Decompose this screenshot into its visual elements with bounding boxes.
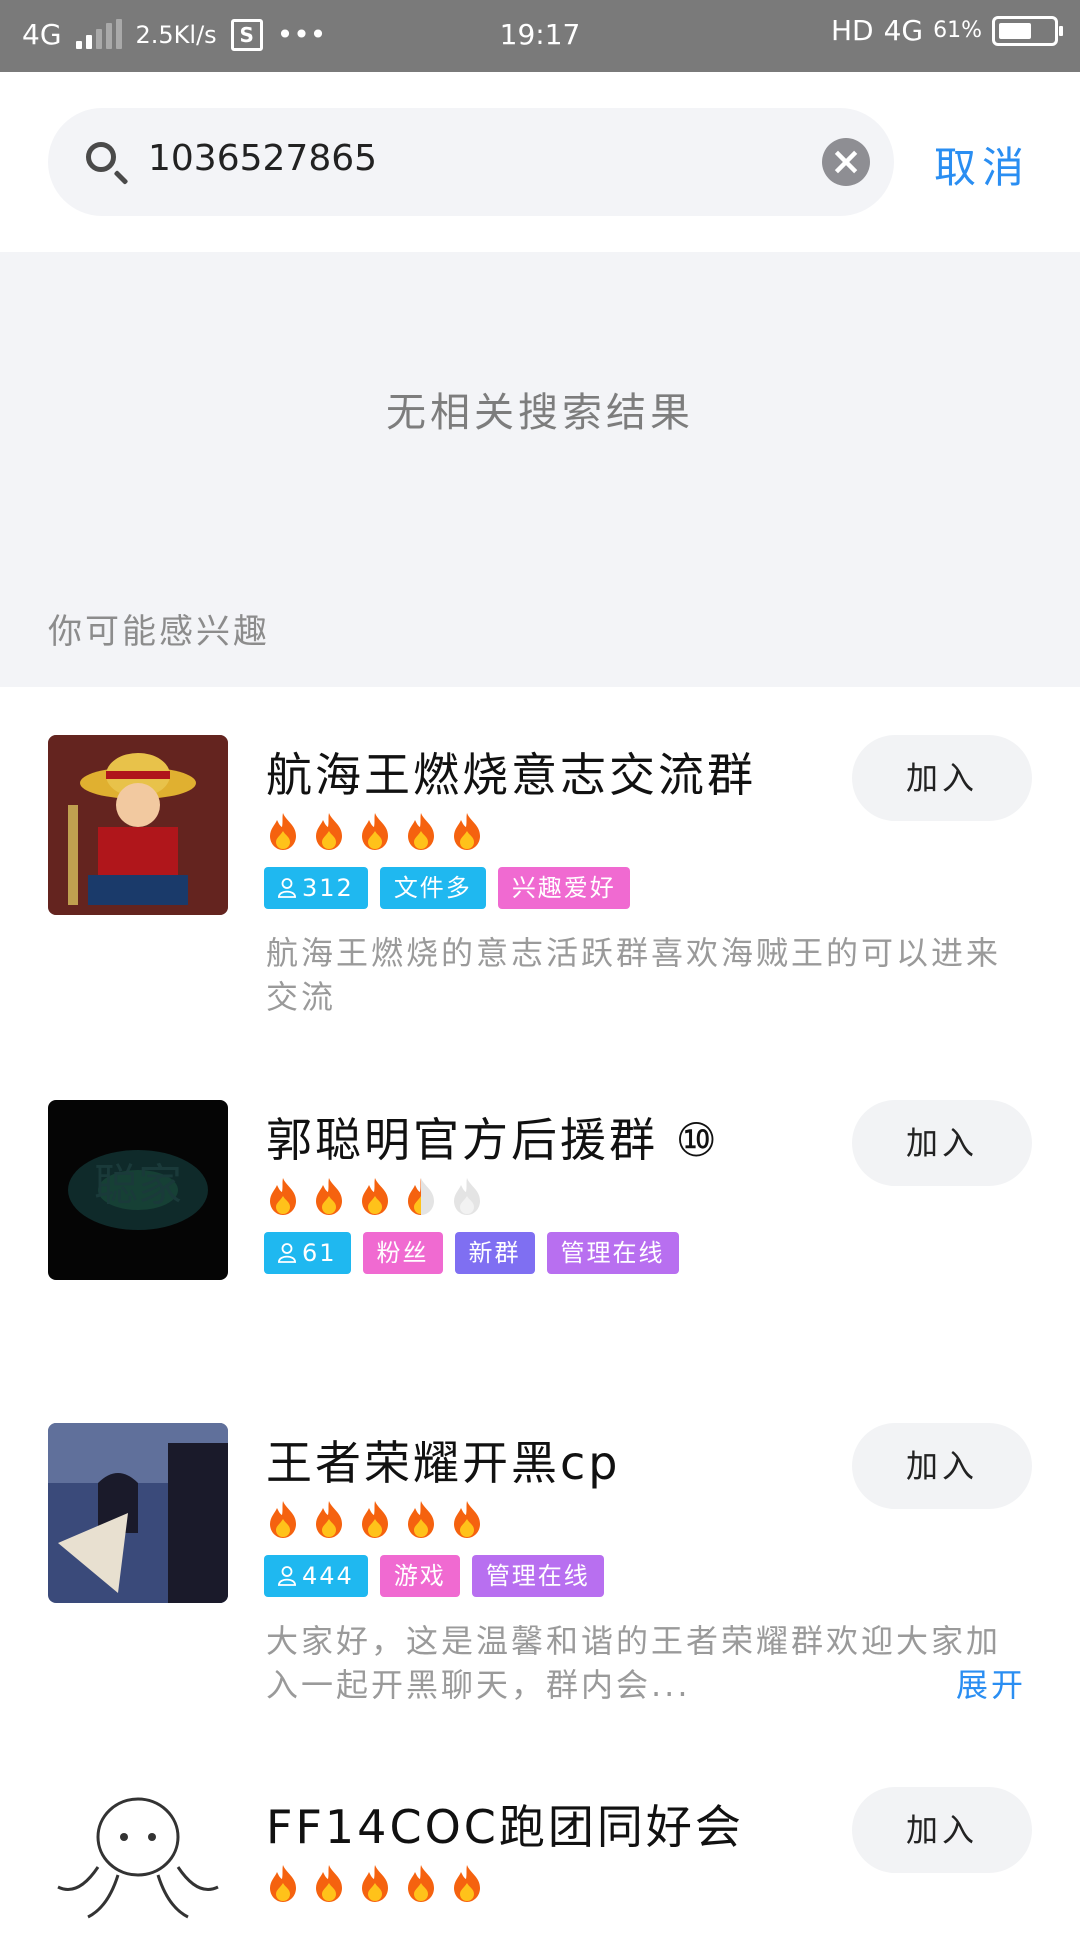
join-button[interactable]: 加入: [852, 1100, 1032, 1186]
no-result-message: 无相关搜索结果: [386, 390, 694, 436]
tag: 新群: [454, 1232, 535, 1274]
battery-icon: [992, 15, 1063, 46]
join-button[interactable]: 加入: [852, 1423, 1032, 1509]
tag: 兴趣爱好: [497, 867, 630, 909]
group-description: 航海王燃烧的意志活跃群喜欢海贼王的可以进来交流: [266, 934, 1002, 1016]
group-avatar: 聪家: [48, 1100, 228, 1280]
tag: 文件多: [379, 867, 486, 909]
flame-icon: [310, 811, 348, 855]
person-icon: [278, 1566, 296, 1586]
group-avatar: [48, 735, 228, 915]
list-item[interactable]: 聪家 郭聪明官方后援群 ⑩ 61 粉丝 新群 管理在线 加入: [0, 1100, 1080, 1360]
flame-icon: [448, 811, 486, 855]
member-count: 444: [302, 1562, 354, 1590]
activity-rating: [264, 1176, 486, 1220]
expand-link[interactable]: 展开: [956, 1663, 1026, 1707]
group-avatar: [48, 1423, 228, 1603]
activity-rating: [264, 1863, 486, 1907]
flame-icon: [448, 1499, 486, 1543]
status-right: HD 4G 61%: [830, 14, 1063, 47]
flame-icon: [264, 1176, 302, 1220]
empty-result-panel: 无相关搜索结果 你可能感兴趣: [0, 252, 1080, 687]
cancel-button[interactable]: 取消: [934, 134, 1030, 195]
flame-icon: [264, 1863, 302, 1907]
flame-icon: [310, 1176, 348, 1220]
list-item[interactable]: FF14COC跑团同好会 加入: [0, 1787, 1080, 1937]
tag: 管理在线: [471, 1555, 604, 1597]
member-count: 312: [302, 874, 354, 902]
activity-rating: [264, 811, 486, 855]
group-name: 航海王燃烧意志交流群: [266, 748, 756, 802]
hd-label: HD: [830, 14, 874, 47]
search-header: 1036527865 × 取消: [0, 72, 1080, 252]
flame-icon: [310, 1499, 348, 1543]
flame-icon: [402, 1499, 440, 1543]
member-count-badge: 312: [264, 867, 368, 909]
list-item[interactable]: 航海王燃烧意志交流群 312 文件多 兴趣爱好 航海王燃烧的意志活跃群喜欢海贼王…: [0, 735, 1080, 1065]
member-count-badge: 61: [264, 1232, 351, 1274]
member-count-badge: 444: [264, 1555, 368, 1597]
tag: 管理在线: [546, 1232, 679, 1274]
tag: 粉丝: [362, 1232, 443, 1274]
tag-row: 312 文件多 兴趣爱好: [264, 867, 630, 909]
join-button[interactable]: 加入: [852, 1787, 1032, 1873]
search-value: 1036527865: [148, 138, 378, 179]
tag-row: 61 粉丝 新群 管理在线: [264, 1232, 679, 1274]
flame-icon: [448, 1176, 486, 1220]
clear-icon[interactable]: ×: [822, 138, 870, 186]
person-icon: [278, 878, 296, 898]
network-right-label: 4G: [883, 14, 924, 47]
member-count: 61: [302, 1239, 337, 1267]
group-name: 王者荣耀开黑cp: [266, 1436, 621, 1490]
flame-icon: [402, 811, 440, 855]
section-title: 你可能感兴趣: [48, 612, 270, 652]
flame-icon: [356, 1176, 394, 1220]
group-avatar: [48, 1787, 228, 1927]
flame-icon: [356, 1863, 394, 1907]
search-icon: [86, 142, 116, 172]
join-button[interactable]: 加入: [852, 735, 1032, 821]
flame-icon: [356, 811, 394, 855]
flame-icon: [264, 811, 302, 855]
flame-icon: [356, 1499, 394, 1543]
battery-percent: 61%: [933, 18, 982, 43]
flame-icon: [264, 1499, 302, 1543]
flame-icon: [310, 1863, 348, 1907]
search-input[interactable]: 1036527865 ×: [48, 108, 894, 216]
description-text: 大家好，这是温馨和谐的王者荣耀群欢迎大家加入一起开黑聊天，群内会...: [266, 1622, 1002, 1704]
flame-icon: [448, 1863, 486, 1907]
person-icon: [278, 1243, 296, 1263]
flame-icon: [402, 1863, 440, 1907]
list-item[interactable]: 王者荣耀开黑cp 444 游戏 管理在线 大家好，这是温馨和谐的王者荣耀群欢迎大…: [0, 1423, 1080, 1743]
tag-row: 444 游戏 管理在线: [264, 1555, 604, 1597]
flame-icon: [402, 1176, 440, 1220]
activity-rating: [264, 1499, 486, 1543]
tag: 游戏: [379, 1555, 460, 1597]
svg-text:聪家: 聪家: [94, 1160, 182, 1211]
group-name: FF14COC跑团同好会: [266, 1800, 744, 1854]
group-name: 郭聪明官方后援群 ⑩: [266, 1113, 720, 1167]
status-bar: 4G 2.5Kl/s S ••• 19:17 HD 4G 61%: [0, 0, 1080, 72]
group-description: 大家好，这是温馨和谐的王者荣耀群欢迎大家加入一起开黑聊天，群内会... 展开: [266, 1619, 1026, 1707]
